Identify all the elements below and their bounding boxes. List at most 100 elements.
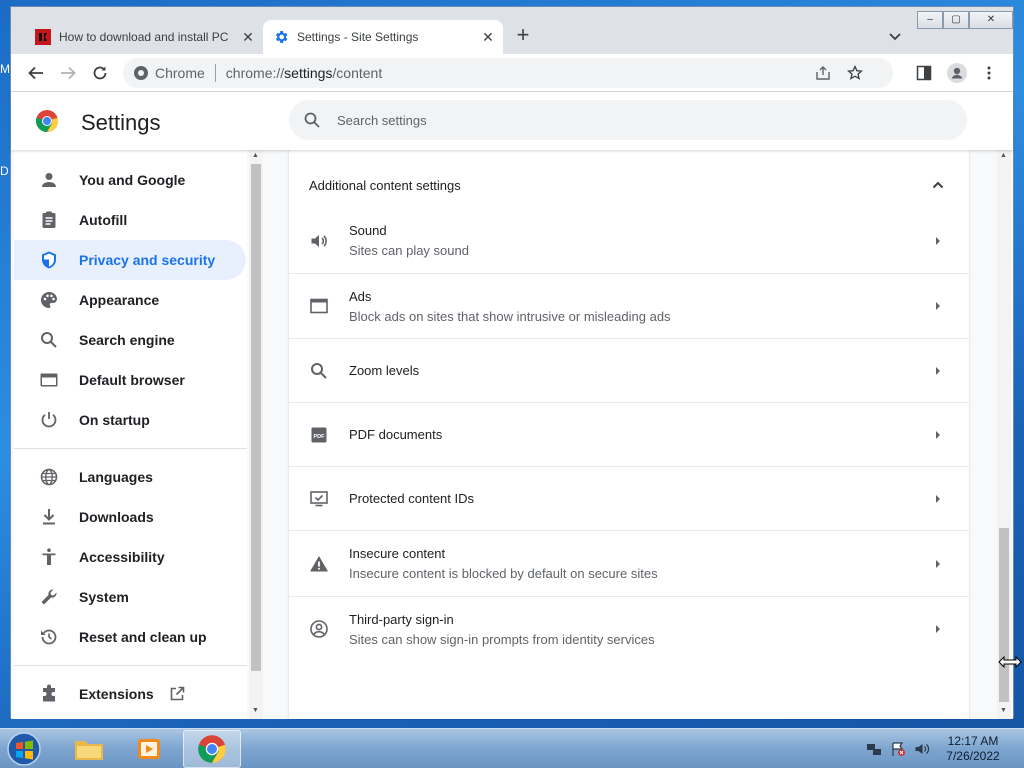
chrome-menu-button[interactable] [977, 61, 1001, 85]
chrome-logo-icon [198, 735, 226, 763]
open-in-new-icon [170, 686, 185, 701]
taskbar-file-explorer[interactable] [60, 730, 118, 768]
close-window-button[interactable]: ✕ [969, 11, 1013, 29]
section-title: Additional content settings [309, 177, 461, 193]
sidebar-item-label: You and Google [79, 172, 186, 188]
clock-date: 7/26/2022 [946, 749, 1000, 763]
folder-icon [75, 741, 103, 760]
profile-button[interactable] [945, 61, 969, 85]
windows-taskbar: 12:17 AM 7/26/2022 [0, 728, 1024, 768]
taskbar-clock[interactable]: 12:17 AM 7/26/2022 [936, 734, 1010, 764]
settings-header: Settings [11, 92, 1013, 150]
url-text: chrome://settings/content [226, 65, 382, 81]
sidebar-item-autofill[interactable]: Autofill [14, 200, 246, 240]
sidebar-item-search-engine[interactable]: Search engine [14, 320, 246, 360]
action-center-flag-icon[interactable] [890, 741, 906, 757]
wrench-icon [39, 587, 59, 607]
row-label: Insecure content [349, 546, 446, 561]
row-label: Sound [349, 223, 387, 238]
share-icon[interactable] [815, 65, 831, 81]
network-icon[interactable] [866, 741, 882, 757]
omnibox-chip-label: Chrome [155, 65, 205, 81]
reload-button[interactable] [88, 61, 112, 85]
minimize-button[interactable]: – [917, 11, 943, 29]
search-icon [304, 112, 320, 128]
sidebar-item-system[interactable]: System [14, 577, 246, 617]
sidebar-item-downloads[interactable]: Downloads [14, 497, 246, 537]
power-icon [39, 410, 59, 430]
pdf-documents-setting-row[interactable]: PDF PDF documents [289, 403, 969, 466]
site-favicon [35, 29, 51, 45]
sidebar-item-label: Autofill [79, 212, 128, 228]
forward-button[interactable] [56, 61, 80, 85]
close-tab-icon[interactable]: ✕ [237, 29, 259, 46]
clipboard-icon [39, 210, 59, 230]
chevron-right-icon [933, 624, 943, 634]
sidebar-item-languages[interactable]: Languages [14, 457, 246, 497]
bookmark-star-icon[interactable] [847, 65, 863, 81]
third-party-sign-in-setting-row[interactable]: Third-party sign-in Sites can show sign-i… [289, 597, 969, 661]
ads-setting-row[interactable]: Ads Block ads on sites that show intrusiv… [289, 274, 969, 338]
sidebar-item-accessibility[interactable]: Accessibility [14, 537, 246, 577]
taskbar-chrome[interactable] [183, 730, 241, 768]
page-scroll-thumb[interactable] [999, 528, 1009, 702]
address-bar[interactable]: Chrome chrome://settings/content [123, 58, 893, 88]
volume-icon[interactable] [914, 741, 930, 757]
row-sublabel: Insecure content is blocked by default o… [349, 566, 658, 581]
row-sublabel: Sites can play sound [349, 243, 469, 258]
sidebar-item-privacy-and-security[interactable]: Privacy and security [14, 240, 246, 280]
sidebar-scrollbar[interactable]: ▲ ▼ [249, 150, 263, 719]
settings-sidebar: You and Google Autofill Privacy and secu… [14, 150, 247, 719]
scroll-down-arrow-icon[interactable]: ▼ [252, 707, 259, 714]
settings-search-box[interactable] [289, 100, 967, 140]
row-label: Third-party sign-in [349, 611, 454, 627]
zoom-levels-setting-row[interactable]: Zoom levels [289, 339, 969, 402]
close-tab-icon[interactable]: ✕ [477, 29, 499, 46]
chevron-right-icon [933, 301, 943, 311]
taskbar-media-player[interactable] [120, 730, 178, 768]
account-circle-icon [309, 619, 329, 639]
sidebar-scroll-thumb[interactable] [251, 164, 261, 671]
search-settings-input[interactable] [337, 112, 937, 128]
protected-content-setting-row[interactable]: Protected content IDs [289, 467, 969, 530]
scroll-up-arrow-icon[interactable]: ▲ [252, 152, 259, 159]
sidebar-divider [14, 448, 247, 449]
insecure-content-setting-row[interactable]: Insecure content Insecure content is bloc… [289, 531, 969, 596]
page-scrollbar[interactable]: ▲ ▼ [997, 150, 1011, 719]
url-suffix: /content [332, 65, 383, 81]
protected-content-icon [309, 489, 329, 509]
additional-content-settings-header[interactable]: Additional content settings [289, 164, 969, 206]
url-prefix: chrome:// [225, 65, 285, 81]
row-label: Zoom levels [349, 363, 420, 378]
desktop-icon-label: M [0, 62, 10, 76]
browser-window: How to download and install PC ✕ Setting… [10, 6, 1014, 719]
scroll-down-arrow-icon[interactable]: ▼ [1000, 707, 1007, 714]
row-sublabel: Block ads on sites that show intrusive o… [349, 308, 671, 324]
svg-text:PDF: PDF [314, 434, 326, 440]
tab-download-guide[interactable]: How to download and install PC ✕ [25, 20, 263, 54]
windows-start-button[interactable] [4, 731, 44, 767]
palette-icon [39, 290, 59, 310]
sidebar-item-default-browser[interactable]: Default browser [14, 360, 246, 400]
tab-site-settings[interactable]: Settings - Site Settings ✕ [263, 20, 503, 54]
scroll-up-arrow-icon[interactable]: ▲ [1000, 152, 1007, 159]
sidebar-item-appearance[interactable]: Appearance [14, 280, 246, 320]
accessibility-icon [39, 547, 59, 567]
zoom-icon [309, 361, 329, 381]
side-panel-button[interactable] [912, 61, 936, 85]
sidebar-item-label: Search engine [79, 332, 175, 348]
expand-less-icon[interactable] [931, 178, 945, 192]
back-button[interactable] [24, 61, 48, 85]
sidebar-item-reset-and-clean-up[interactable]: Reset and clean up [14, 617, 246, 657]
tab-search-chevron-icon[interactable] [885, 27, 905, 47]
sidebar-item-on-startup[interactable]: On startup [14, 400, 246, 440]
resize-cursor-icon [998, 656, 1022, 668]
sidebar-item-extensions[interactable]: Extensions [14, 674, 246, 714]
back-arrow-icon [28, 66, 43, 80]
new-tab-button[interactable]: + [511, 24, 535, 48]
pdf-icon: PDF [309, 425, 329, 445]
maximize-button[interactable]: ▢ [943, 11, 969, 29]
sidebar-item-you-and-google[interactable]: You and Google [14, 160, 246, 200]
sound-setting-row[interactable]: Sound Sites can play sound [289, 208, 969, 273]
chevron-right-icon [933, 236, 943, 246]
